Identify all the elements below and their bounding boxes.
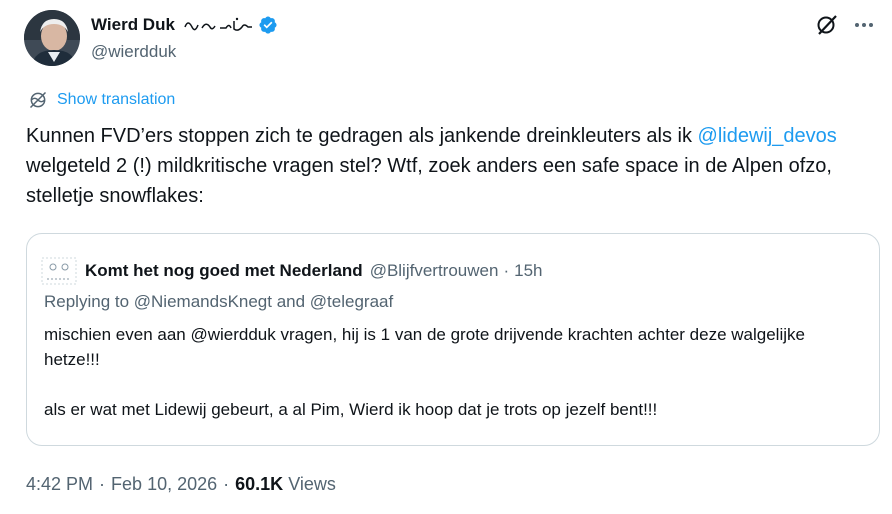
quoted-tweet[interactable]: Komt het nog goed met Nederland @Blijfve… — [26, 233, 880, 446]
quoted-avatar[interactable] — [41, 257, 77, 285]
quoted-separator: · — [503, 261, 510, 280]
meta-separator: · — [99, 474, 106, 494]
globe-icon — [29, 91, 47, 109]
tweet-meta: 4:42 PM · Feb 10, 2026 · 60.1K Views — [26, 474, 336, 495]
tweet-text-part2: welgeteld 2 (!) mildkritische vragen ste… — [26, 155, 832, 207]
quoted-time[interactable]: 15h — [514, 261, 542, 281]
replying-to: Replying to @NiemandsKnegt and @telegraa… — [44, 292, 394, 311]
quoted-display-name[interactable]: Komt het nog goed met Nederland — [85, 261, 363, 281]
mention-link[interactable]: @lidewij_devos — [698, 125, 837, 147]
quoted-text: mischien even aan @wierdduk vragen, hij … — [44, 322, 864, 422]
name-decoration — [184, 17, 252, 31]
tweet-time[interactable]: 4:42 PM — [26, 474, 93, 495]
quoted-paragraph: mischien even aan @wierdduk vragen, hij … — [44, 325, 805, 369]
show-translation-link[interactable]: Show translation — [28, 90, 175, 110]
tweet-text: Kunnen FVD’ers stoppen zich te gedragen … — [26, 121, 876, 211]
more-options-icon[interactable] — [851, 12, 877, 38]
tweet-text-part1: Kunnen FVD’ers stoppen zich te gedragen … — [26, 125, 698, 147]
meta-separator: · — [223, 474, 230, 494]
tweet-date[interactable]: Feb 10, 2026 — [111, 474, 217, 495]
author-display-name[interactable]: Wierd Duk — [91, 15, 175, 35]
author-avatar[interactable] — [24, 10, 80, 66]
verified-badge-icon[interactable] — [258, 15, 278, 35]
views-label: Views — [288, 474, 336, 494]
quoted-handle[interactable]: @Blijfvertrouwen — [370, 261, 499, 281]
views-count: 60.1K — [235, 474, 284, 494]
grok-icon[interactable] — [815, 13, 839, 37]
show-translation-label: Show translation — [57, 91, 176, 108]
author-handle[interactable]: @wierdduk — [91, 42, 278, 62]
quoted-paragraph: als er wat met Lidewij gebeurt, a al Pim… — [44, 400, 658, 419]
